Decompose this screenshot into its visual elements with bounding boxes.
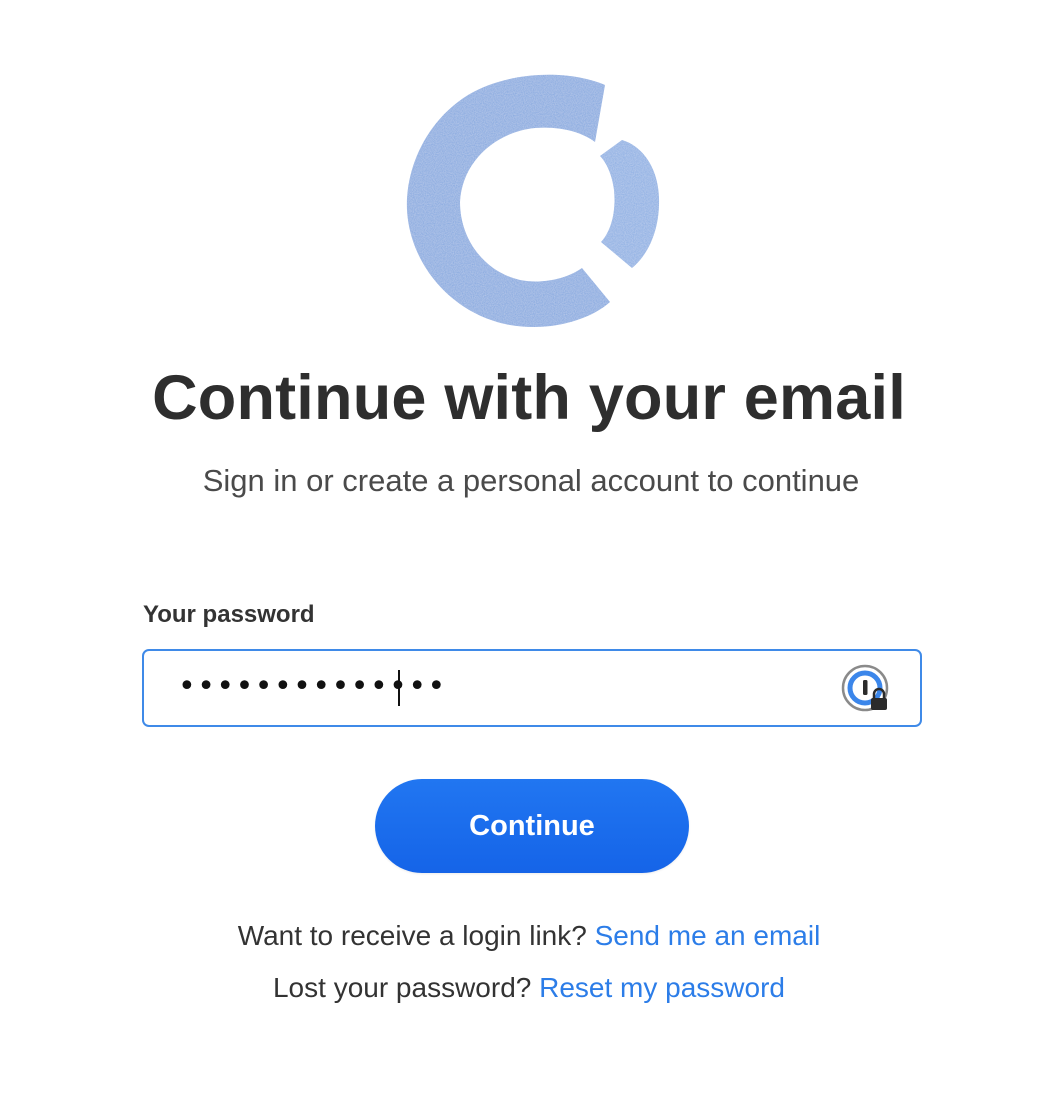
reset-password-link[interactable]: Reset my password — [539, 972, 785, 1003]
send-email-link[interactable]: Send me an email — [595, 920, 821, 951]
login-link-row: Want to receive a login link? Send me an… — [0, 920, 1058, 952]
continue-button[interactable]: Continue — [375, 779, 689, 873]
password-value: •••••••••••••• — [178, 669, 447, 704]
text-caret — [398, 670, 400, 706]
brand-logo-icon — [406, 74, 660, 328]
page-subtitle: Sign in or create a personal account to … — [202, 463, 860, 498]
lost-password-prompt: Lost your password? — [272, 972, 532, 1003]
lost-password-row: Lost your password? Reset my password — [0, 972, 1058, 1004]
password-label: Your password — [143, 601, 315, 628]
login-link-prompt: Want to receive a login link? — [237, 920, 587, 951]
password-manager-lock-icon[interactable] — [841, 664, 893, 716]
page-title: Continue with your email — [152, 363, 906, 433]
password-field[interactable]: •••••••••••••• — [142, 649, 922, 727]
